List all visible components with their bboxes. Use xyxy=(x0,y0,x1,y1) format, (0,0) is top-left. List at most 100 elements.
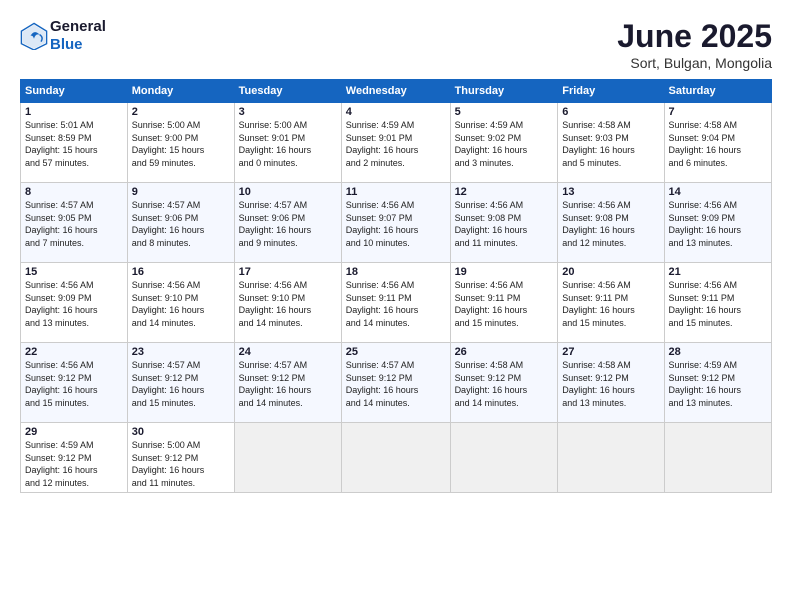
table-cell: 14Sunrise: 4:56 AMSunset: 9:09 PMDayligh… xyxy=(664,183,771,263)
day-number: 22 xyxy=(25,346,123,358)
day-number: 30 xyxy=(132,426,230,438)
table-cell: 16Sunrise: 4:56 AMSunset: 9:10 PMDayligh… xyxy=(127,263,234,343)
day-number: 19 xyxy=(455,266,554,278)
header: General Blue June 2025 Sort, Bulgan, Mon… xyxy=(20,18,772,71)
day-number: 21 xyxy=(669,266,767,278)
table-cell xyxy=(450,423,558,493)
title-block: June 2025 Sort, Bulgan, Mongolia xyxy=(617,18,772,71)
table-cell: 13Sunrise: 4:56 AMSunset: 9:08 PMDayligh… xyxy=(558,183,664,263)
day-info: Sunrise: 4:59 AMSunset: 9:02 PMDaylight:… xyxy=(455,119,554,169)
day-number: 5 xyxy=(455,106,554,118)
table-cell xyxy=(341,423,450,493)
table-cell: 22Sunrise: 4:56 AMSunset: 9:12 PMDayligh… xyxy=(21,343,128,423)
day-info: Sunrise: 4:56 AMSunset: 9:10 PMDaylight:… xyxy=(239,279,337,329)
col-wednesday: Wednesday xyxy=(341,80,450,103)
day-info: Sunrise: 4:56 AMSunset: 9:09 PMDaylight:… xyxy=(669,199,767,249)
table-cell: 23Sunrise: 4:57 AMSunset: 9:12 PMDayligh… xyxy=(127,343,234,423)
table-cell: 18Sunrise: 4:56 AMSunset: 9:11 PMDayligh… xyxy=(341,263,450,343)
day-number: 20 xyxy=(562,266,659,278)
col-tuesday: Tuesday xyxy=(234,80,341,103)
table-cell: 29Sunrise: 4:59 AMSunset: 9:12 PMDayligh… xyxy=(21,423,128,493)
day-info: Sunrise: 4:59 AMSunset: 9:12 PMDaylight:… xyxy=(669,359,767,409)
day-info: Sunrise: 5:00 AMSunset: 9:00 PMDaylight:… xyxy=(132,119,230,169)
calendar-table: Sunday Monday Tuesday Wednesday Thursday… xyxy=(20,79,772,493)
day-info: Sunrise: 4:59 AMSunset: 9:12 PMDaylight:… xyxy=(25,439,123,489)
day-number: 27 xyxy=(562,346,659,358)
calendar-header-row: Sunday Monday Tuesday Wednesday Thursday… xyxy=(21,80,772,103)
day-info: Sunrise: 4:58 AMSunset: 9:12 PMDaylight:… xyxy=(562,359,659,409)
day-info: Sunrise: 4:58 AMSunset: 9:12 PMDaylight:… xyxy=(455,359,554,409)
col-saturday: Saturday xyxy=(664,80,771,103)
table-cell: 4Sunrise: 4:59 AMSunset: 9:01 PMDaylight… xyxy=(341,103,450,183)
table-cell: 28Sunrise: 4:59 AMSunset: 9:12 PMDayligh… xyxy=(664,343,771,423)
table-cell: 12Sunrise: 4:56 AMSunset: 9:08 PMDayligh… xyxy=(450,183,558,263)
table-cell xyxy=(234,423,341,493)
table-cell: 19Sunrise: 4:56 AMSunset: 9:11 PMDayligh… xyxy=(450,263,558,343)
day-number: 3 xyxy=(239,106,337,118)
day-number: 10 xyxy=(239,186,337,198)
day-info: Sunrise: 4:58 AMSunset: 9:03 PMDaylight:… xyxy=(562,119,659,169)
table-cell: 17Sunrise: 4:56 AMSunset: 9:10 PMDayligh… xyxy=(234,263,341,343)
day-info: Sunrise: 4:56 AMSunset: 9:11 PMDaylight:… xyxy=(455,279,554,329)
day-number: 25 xyxy=(346,346,446,358)
day-number: 2 xyxy=(132,106,230,118)
table-cell: 27Sunrise: 4:58 AMSunset: 9:12 PMDayligh… xyxy=(558,343,664,423)
day-info: Sunrise: 4:58 AMSunset: 9:04 PMDaylight:… xyxy=(669,119,767,169)
day-number: 11 xyxy=(346,186,446,198)
table-cell: 10Sunrise: 4:57 AMSunset: 9:06 PMDayligh… xyxy=(234,183,341,263)
day-number: 1 xyxy=(25,106,123,118)
table-cell: 3Sunrise: 5:00 AMSunset: 9:01 PMDaylight… xyxy=(234,103,341,183)
day-info: Sunrise: 4:57 AMSunset: 9:06 PMDaylight:… xyxy=(132,199,230,249)
table-cell: 15Sunrise: 4:56 AMSunset: 9:09 PMDayligh… xyxy=(21,263,128,343)
day-info: Sunrise: 4:56 AMSunset: 9:08 PMDaylight:… xyxy=(455,199,554,249)
day-number: 28 xyxy=(669,346,767,358)
table-cell: 9Sunrise: 4:57 AMSunset: 9:06 PMDaylight… xyxy=(127,183,234,263)
day-info: Sunrise: 5:00 AMSunset: 9:12 PMDaylight:… xyxy=(132,439,230,489)
table-cell xyxy=(664,423,771,493)
table-cell: 26Sunrise: 4:58 AMSunset: 9:12 PMDayligh… xyxy=(450,343,558,423)
page: General Blue June 2025 Sort, Bulgan, Mon… xyxy=(0,0,792,612)
table-cell: 25Sunrise: 4:57 AMSunset: 9:12 PMDayligh… xyxy=(341,343,450,423)
table-cell: 11Sunrise: 4:56 AMSunset: 9:07 PMDayligh… xyxy=(341,183,450,263)
day-number: 4 xyxy=(346,106,446,118)
col-sunday: Sunday xyxy=(21,80,128,103)
day-number: 13 xyxy=(562,186,659,198)
day-number: 18 xyxy=(346,266,446,278)
day-number: 17 xyxy=(239,266,337,278)
day-info: Sunrise: 4:56 AMSunset: 9:07 PMDaylight:… xyxy=(346,199,446,249)
day-info: Sunrise: 4:56 AMSunset: 9:11 PMDaylight:… xyxy=(669,279,767,329)
logo-general: General xyxy=(50,18,106,35)
day-info: Sunrise: 4:57 AMSunset: 9:12 PMDaylight:… xyxy=(132,359,230,409)
logo-blue: Blue xyxy=(50,36,83,53)
day-number: 15 xyxy=(25,266,123,278)
logo-text: General Blue xyxy=(50,18,106,54)
col-monday: Monday xyxy=(127,80,234,103)
table-cell: 1Sunrise: 5:01 AMSunset: 8:59 PMDaylight… xyxy=(21,103,128,183)
day-number: 29 xyxy=(25,426,123,438)
col-thursday: Thursday xyxy=(450,80,558,103)
day-number: 23 xyxy=(132,346,230,358)
day-number: 26 xyxy=(455,346,554,358)
day-info: Sunrise: 4:56 AMSunset: 9:08 PMDaylight:… xyxy=(562,199,659,249)
day-info: Sunrise: 4:56 AMSunset: 9:09 PMDaylight:… xyxy=(25,279,123,329)
day-number: 16 xyxy=(132,266,230,278)
day-info: Sunrise: 5:01 AMSunset: 8:59 PMDaylight:… xyxy=(25,119,123,169)
table-cell: 6Sunrise: 4:58 AMSunset: 9:03 PMDaylight… xyxy=(558,103,664,183)
table-cell: 21Sunrise: 4:56 AMSunset: 9:11 PMDayligh… xyxy=(664,263,771,343)
day-info: Sunrise: 4:57 AMSunset: 9:06 PMDaylight:… xyxy=(239,199,337,249)
day-info: Sunrise: 4:56 AMSunset: 9:11 PMDaylight:… xyxy=(346,279,446,329)
day-info: Sunrise: 4:56 AMSunset: 9:10 PMDaylight:… xyxy=(132,279,230,329)
day-number: 12 xyxy=(455,186,554,198)
day-number: 8 xyxy=(25,186,123,198)
day-info: Sunrise: 4:57 AMSunset: 9:05 PMDaylight:… xyxy=(25,199,123,249)
day-number: 7 xyxy=(669,106,767,118)
day-number: 24 xyxy=(239,346,337,358)
day-info: Sunrise: 4:57 AMSunset: 9:12 PMDaylight:… xyxy=(239,359,337,409)
day-info: Sunrise: 4:57 AMSunset: 9:12 PMDaylight:… xyxy=(346,359,446,409)
day-number: 14 xyxy=(669,186,767,198)
table-cell: 5Sunrise: 4:59 AMSunset: 9:02 PMDaylight… xyxy=(450,103,558,183)
month-title: June 2025 xyxy=(617,18,772,55)
table-cell: 20Sunrise: 4:56 AMSunset: 9:11 PMDayligh… xyxy=(558,263,664,343)
table-cell xyxy=(558,423,664,493)
table-cell: 7Sunrise: 4:58 AMSunset: 9:04 PMDaylight… xyxy=(664,103,771,183)
